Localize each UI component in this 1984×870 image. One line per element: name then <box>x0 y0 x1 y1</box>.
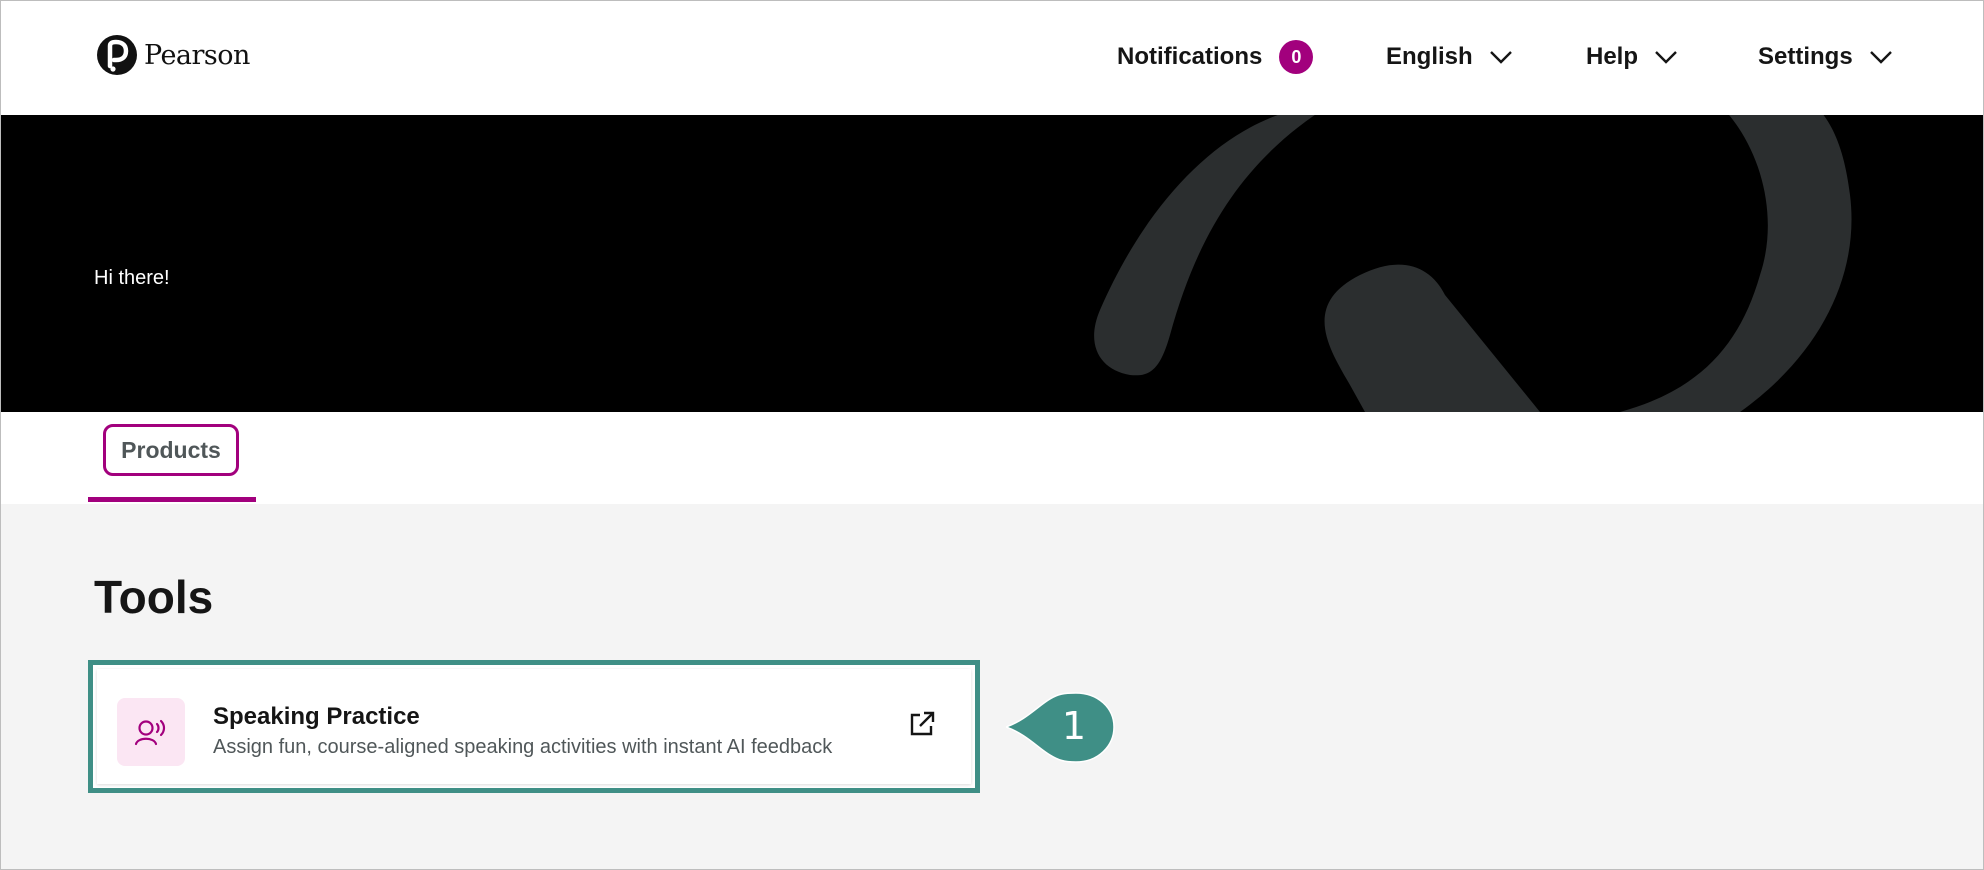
external-link-icon[interactable] <box>907 709 937 739</box>
language-menu[interactable]: English <box>1386 37 1513 77</box>
callout-number: 1 <box>1061 704 1087 748</box>
chevron-down-icon <box>1489 51 1512 64</box>
speaking-icon-glyph <box>134 719 166 746</box>
section-title: Tools <box>94 571 214 623</box>
tab-products[interactable]: Products <box>103 424 239 476</box>
hero-banner: Hi there! <box>0 115 1984 412</box>
tool-card-speaking-practice[interactable]: Speaking Practice Assign fun, course-ali… <box>88 660 980 793</box>
greeting-text: Hi there! <box>94 267 170 289</box>
language-label: English <box>1386 43 1473 70</box>
pearson-logo[interactable]: Pearson <box>96 32 250 78</box>
pearson-logo-icon <box>97 35 137 75</box>
brand-name: Pearson <box>144 39 250 71</box>
notifications-label: Notifications <box>1117 43 1263 70</box>
settings-menu[interactable]: Settings <box>1758 37 1893 77</box>
chevron-down-icon <box>1655 51 1677 64</box>
notifications-menu[interactable]: Notifications 0 <box>1117 37 1314 77</box>
top-header: Pearson Notifications 0 English Help Set… <box>0 0 1984 115</box>
tool-card-body: Speaking Practice Assign fun, course-ali… <box>97 669 971 784</box>
hero-pearson-graphic <box>1094 115 1852 412</box>
chevron-down-icon <box>1869 51 1892 64</box>
speaking-icon <box>117 698 185 766</box>
help-label: Help <box>1586 43 1639 70</box>
tool-description: Assign fun, course-aligned speaking acti… <box>213 736 833 758</box>
tab-bar: Products <box>0 412 1984 504</box>
help-menu[interactable]: Help <box>1586 37 1678 77</box>
tool-title: Speaking Practice <box>213 703 420 730</box>
active-tab-indicator <box>88 497 256 502</box>
settings-label: Settings <box>1758 43 1853 70</box>
notifications-count-badge: 0 <box>1279 40 1314 74</box>
